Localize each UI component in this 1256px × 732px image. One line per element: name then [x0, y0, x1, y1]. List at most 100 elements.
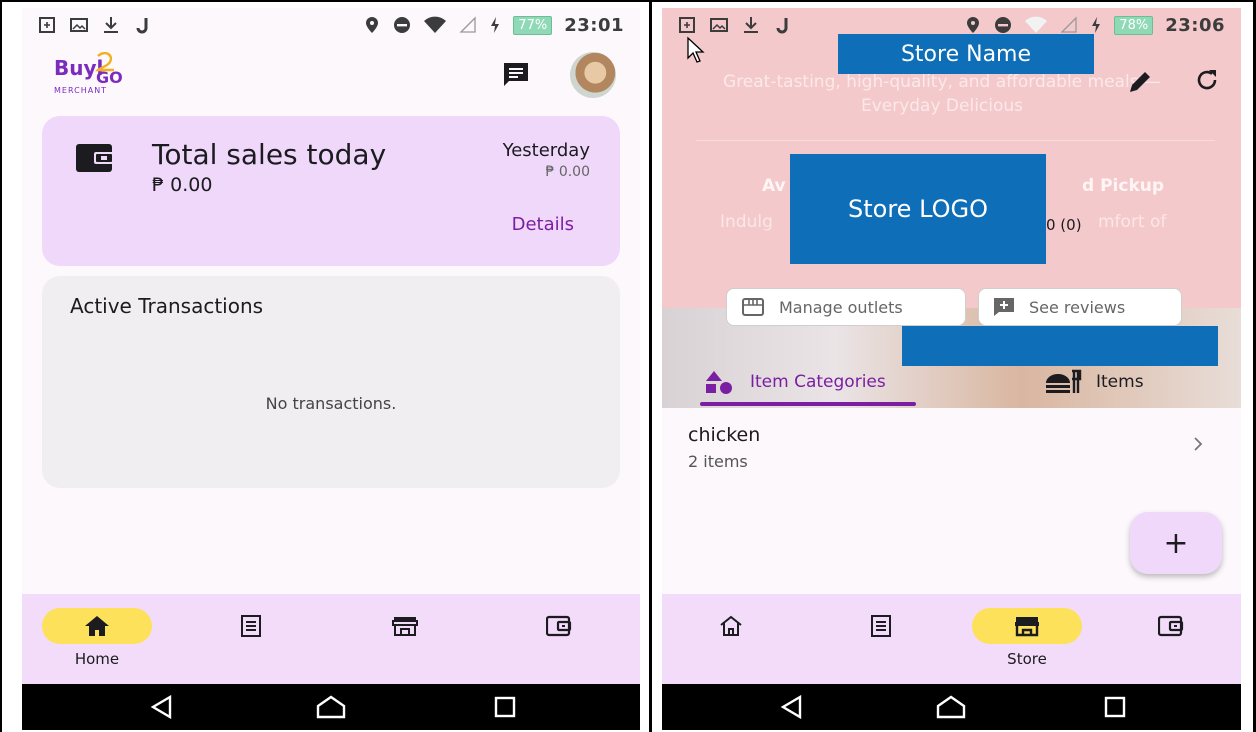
charging-icon — [1092, 17, 1101, 33]
back-triangle-icon — [150, 695, 172, 719]
wallet-icon — [546, 615, 572, 637]
buy2go-logo: Buyl GO MERCHANT — [50, 52, 136, 100]
system-recents-button[interactable] — [1098, 692, 1132, 722]
hero-heading-right: d Pickup — [1082, 176, 1165, 196]
battery-level: 77% — [513, 15, 553, 35]
system-back-button[interactable] — [774, 692, 808, 722]
notification-box-icon — [39, 17, 55, 33]
store-logo-redaction: Store LOGO — [790, 154, 1046, 264]
food-items-icon — [1046, 369, 1082, 393]
nav-home[interactable] — [676, 608, 786, 676]
details-link[interactable]: Details — [512, 214, 574, 235]
system-back-button[interactable] — [144, 692, 178, 722]
orders-icon — [241, 615, 261, 637]
transactions-title: Active Transactions — [70, 294, 264, 318]
j-app-icon — [136, 18, 148, 34]
location-icon — [366, 17, 379, 33]
total-sales-card: Total sales today ₱ 0.00 Yesterday ₱ 0.0… — [42, 116, 620, 266]
manage-outlets-label: Manage outlets — [779, 297, 903, 317]
image-icon — [70, 18, 88, 32]
system-navigation-bar — [22, 684, 640, 730]
nav-home-label: Home — [74, 650, 120, 668]
yesterday-label: Yesterday — [502, 140, 590, 161]
hero-text-right: mfort of — [1098, 212, 1167, 232]
empty-state-text: No transactions. — [265, 394, 397, 413]
download-icon — [104, 17, 118, 33]
hero-text-left: Indulg — [720, 212, 773, 232]
tab-item-categories[interactable]: Item Categories — [704, 362, 886, 402]
location-icon — [967, 17, 980, 33]
category-row[interactable]: chicken 2 items — [662, 408, 1241, 484]
wifi-icon — [1025, 16, 1048, 33]
nav-home[interactable]: Home — [42, 608, 152, 676]
nav-store[interactable]: Store — [972, 608, 1082, 676]
system-recents-button[interactable] — [488, 692, 522, 722]
refresh-button[interactable] — [1190, 62, 1224, 98]
shapes-icon — [706, 371, 732, 394]
image-icon — [710, 18, 728, 32]
chat-icon — [504, 63, 528, 86]
app-bar: Buyl GO MERCHANT — [22, 46, 640, 106]
pencil-icon — [1130, 72, 1150, 92]
recents-square-icon — [494, 696, 516, 718]
category-item-count: 2 items — [688, 452, 748, 471]
store-icon — [392, 617, 418, 636]
sales-title: Total sales today — [152, 138, 387, 171]
frame-border-top — [0, 0, 1256, 2]
nav-active-indicator — [42, 608, 152, 644]
do-not-disturb-icon — [394, 17, 411, 33]
see-reviews-label: See reviews — [1029, 297, 1126, 317]
tab-item-categories-label: Item Categories — [750, 372, 886, 392]
nav-store[interactable] — [350, 608, 460, 676]
frame-border-left — [0, 0, 2, 732]
j-app-icon — [776, 18, 788, 34]
mouse-cursor-icon — [687, 36, 705, 63]
sales-amount: ₱ 0.00 — [152, 174, 213, 196]
notification-box-icon — [679, 17, 695, 33]
status-bar: 77% 23:01 — [22, 8, 640, 42]
signal-icon — [459, 16, 476, 33]
review-icon — [994, 298, 1014, 316]
refresh-icon — [1197, 70, 1217, 90]
content-redaction-bar — [902, 326, 1218, 366]
charging-icon — [491, 17, 500, 33]
manage-outlets-button[interactable]: Manage outlets — [726, 288, 966, 326]
wallet-icon — [76, 144, 114, 172]
nav-orders[interactable] — [196, 608, 306, 676]
profile-avatar[interactable] — [570, 52, 616, 98]
system-navigation-bar — [662, 684, 1241, 730]
frame-border-middle — [649, 0, 652, 732]
wallet-icon — [1158, 615, 1184, 637]
home-house-icon — [936, 695, 966, 719]
tab-items-label: Items — [1096, 372, 1144, 392]
home-icon — [85, 616, 109, 636]
see-reviews-button[interactable]: See reviews — [978, 288, 1182, 326]
store-description: Great-tasting, high-quality, and afforda… — [723, 72, 1161, 116]
clock: 23:06 — [1165, 14, 1225, 36]
system-home-button[interactable] — [314, 692, 348, 722]
category-name: chicken — [688, 424, 761, 446]
nav-wallet[interactable] — [504, 608, 614, 676]
nav-orders[interactable] — [826, 608, 936, 676]
add-category-button[interactable]: + — [1130, 512, 1222, 574]
bottom-navigation: Home — [22, 594, 640, 684]
nav-wallet[interactable] — [1116, 608, 1226, 676]
do-not-disturb-icon — [995, 17, 1012, 33]
store-icon — [1015, 617, 1039, 637]
system-home-button[interactable] — [934, 692, 968, 722]
store-name-redaction: Store Name — [838, 34, 1094, 74]
store-screen: Great-tasting, high-quality, and afforda… — [662, 8, 1241, 730]
battery-level: 78% — [1114, 15, 1154, 35]
storefront-icon — [742, 298, 764, 316]
active-tab-indicator — [700, 402, 916, 406]
nav-active-indicator — [972, 608, 1082, 644]
nav-store-label: Store — [1007, 650, 1047, 668]
messages-button[interactable] — [498, 56, 534, 92]
edit-store-button[interactable] — [1122, 64, 1158, 100]
home-house-icon — [316, 695, 346, 719]
bottom-navigation: Store — [662, 594, 1241, 684]
wifi-icon — [424, 16, 447, 33]
tab-items[interactable]: Items — [1044, 362, 1144, 402]
back-triangle-icon — [780, 695, 802, 719]
signal-icon — [1060, 16, 1077, 33]
